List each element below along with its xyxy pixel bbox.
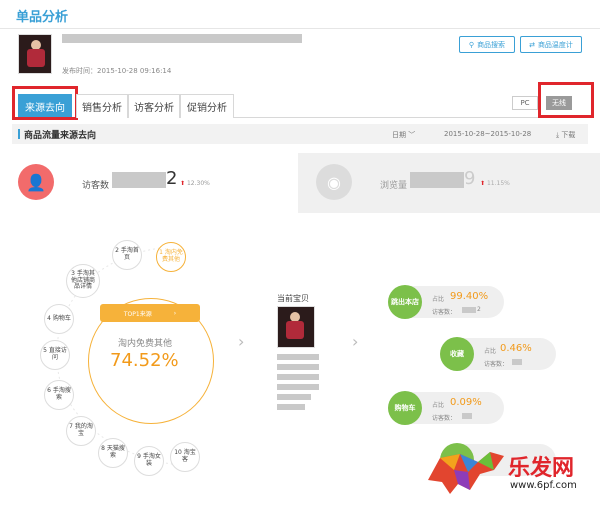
source-node[interactable]: 1 淘内免费其他 — [156, 242, 186, 272]
visitors-count-label: 访客数： — [432, 415, 457, 422]
date-label: 日期 — [392, 131, 406, 139]
product-stats-label: 商品温度计 — [537, 40, 573, 49]
visitors-value: 2 — [166, 168, 178, 189]
top-source-name: 淘内免费其他 — [118, 339, 173, 349]
destination-tag: 购物车 — [388, 391, 422, 425]
current-item-title-redacted — [277, 374, 319, 380]
eye-icon: ◉ — [316, 164, 352, 200]
ratio-value: 99.40% — [450, 291, 489, 302]
visitors-change-value: 12.30% — [186, 180, 210, 187]
ratio-label: 占比 — [484, 348, 497, 355]
top-source-percent: 74.52% — [110, 350, 179, 371]
source-node[interactable]: 8 天猫搜索 — [98, 438, 128, 468]
pageviews-value: 9 — [464, 168, 476, 189]
source-node[interactable]: 6 手淘搜索 — [44, 380, 74, 410]
visitors-change: ⬆ 12.30% — [180, 180, 210, 187]
source-node[interactable]: 4 购物车 — [44, 304, 74, 334]
device-pc-button[interactable]: PC — [512, 96, 538, 110]
ratio-value: 0.09% — [450, 397, 482, 408]
highlight-box-tab — [12, 86, 78, 120]
page-title: 单品分析 — [16, 10, 69, 25]
destination-tag: 收藏 — [440, 337, 474, 371]
watermark-text: 乐发网 — [508, 455, 575, 481]
up-arrow-icon: ⬆ — [480, 180, 486, 187]
pageviews-change-value: 11.15% — [486, 180, 510, 187]
chevron-right-icon: › — [352, 332, 359, 351]
tab-visitor-analysis[interactable]: 访客分析 — [128, 94, 180, 118]
current-item-title-redacted — [277, 384, 319, 390]
tab-promotion-analysis[interactable]: 促销分析 — [180, 94, 234, 118]
date-range: 2015-10-28~2015-10-28 — [444, 130, 532, 138]
current-item-title-redacted — [277, 404, 305, 410]
ratio-label: 占比 — [432, 296, 445, 303]
download-button[interactable]: ⤓ 下载 — [556, 130, 575, 140]
product-search-label: 商品搜索 — [477, 40, 506, 49]
visitors-count-redacted — [462, 413, 472, 419]
divider — [0, 28, 600, 29]
visitors-count-label: 访客数： — [484, 361, 509, 368]
product-stats-button[interactable]: ⇄ 商品温度计 — [520, 36, 582, 53]
source-node[interactable]: 7 我的淘宝 — [66, 416, 96, 446]
ratio-label: 占比 — [432, 402, 445, 409]
current-item-title-redacted — [277, 354, 319, 360]
source-node[interactable]: 9 手淘女装 — [134, 446, 164, 476]
product-thumbnail[interactable] — [18, 34, 52, 74]
current-item-label: 当前宝贝 — [277, 294, 309, 303]
product-search-button[interactable]: ⚲ 商品搜索 — [459, 36, 515, 53]
up-arrow-icon: ⬆ — [180, 180, 186, 187]
watermark-url: www.6pf.com — [510, 480, 577, 491]
current-item-title-redacted — [277, 364, 319, 370]
pageviews-label: 浏览量 — [380, 181, 408, 191]
current-item-thumbnail[interactable] — [277, 306, 315, 348]
download-label: 下载 — [561, 131, 576, 139]
user-icon: 👤 — [18, 164, 54, 200]
visitors-count-label: 访客数： — [432, 309, 457, 316]
top1-badge-label: TOP1来源 — [123, 310, 152, 318]
top1-badge[interactable]: TOP1来源 › — [100, 304, 200, 322]
tab-sales-analysis[interactable]: 销售分析 — [76, 94, 128, 118]
visitors-label: 访客数 — [82, 181, 110, 191]
product-title-redacted — [62, 34, 302, 43]
watermark-logo — [428, 452, 504, 494]
pageviews-value-redacted — [410, 172, 464, 188]
chevron-right-icon: › — [173, 309, 177, 317]
highlight-box-wireless — [538, 82, 594, 118]
pageviews-change: ⬆ 11.15% — [480, 180, 510, 187]
publish-time: 发布时间：2015-10-28 09:16:14 — [62, 67, 172, 75]
date-filter[interactable]: 日期 ﹀ — [392, 130, 415, 140]
source-node[interactable]: 10 淘宝客 — [170, 442, 200, 472]
current-item-title-redacted — [277, 394, 311, 400]
destination-tag: 跳出本店 — [388, 285, 422, 319]
visitors-count-redacted — [512, 359, 522, 365]
visitors-value-redacted — [112, 172, 166, 188]
download-icon: ⤓ — [556, 131, 560, 139]
chevron-down-icon: ﹀ — [408, 131, 416, 139]
search-icon: ⚲ — [468, 40, 475, 49]
swap-icon: ⇄ — [529, 40, 535, 49]
section-marker — [18, 129, 20, 139]
visitors-count-value: 2 — [477, 306, 481, 313]
source-node[interactable]: 3 手淘其他店铺商品详情 — [66, 264, 100, 298]
section-title: 商品流量来源去向 — [24, 131, 97, 141]
visitors-count-redacted — [462, 307, 476, 313]
source-node[interactable]: 5 直接访问 — [40, 340, 70, 370]
source-node[interactable]: 2 手淘首页 — [112, 240, 142, 270]
chevron-right-icon: › — [238, 332, 245, 351]
ratio-value: 0.46% — [500, 343, 532, 354]
